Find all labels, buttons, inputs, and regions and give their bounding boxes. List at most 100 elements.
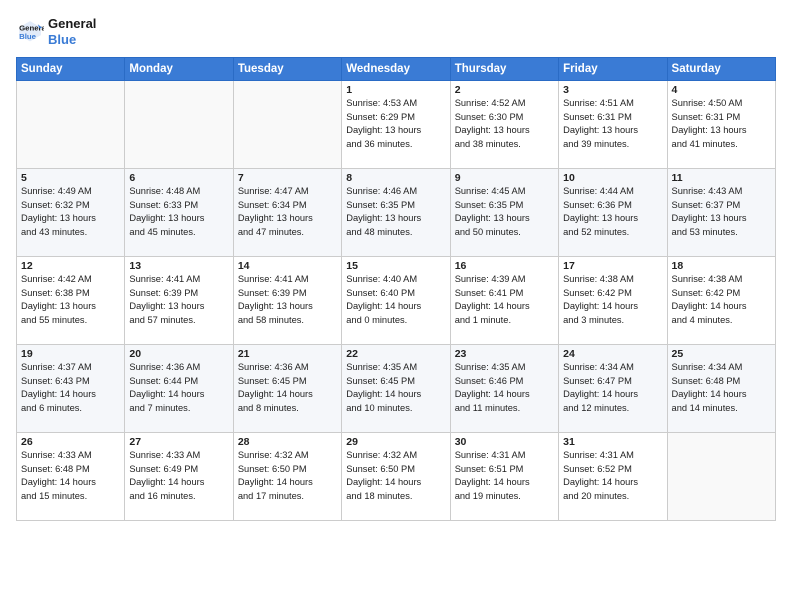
day-number: 13 <box>129 260 228 272</box>
calendar-cell: 8Sunrise: 4:46 AM Sunset: 6:35 PM Daylig… <box>342 169 450 257</box>
day-info: Sunrise: 4:49 AM Sunset: 6:32 PM Dayligh… <box>21 185 120 239</box>
day-info: Sunrise: 4:42 AM Sunset: 6:38 PM Dayligh… <box>21 273 120 327</box>
day-info: Sunrise: 4:35 AM Sunset: 6:45 PM Dayligh… <box>346 361 445 415</box>
day-info: Sunrise: 4:31 AM Sunset: 6:51 PM Dayligh… <box>455 449 554 503</box>
day-info: Sunrise: 4:44 AM Sunset: 6:36 PM Dayligh… <box>563 185 662 239</box>
day-number: 3 <box>563 84 662 96</box>
day-number: 27 <box>129 436 228 448</box>
day-number: 17 <box>563 260 662 272</box>
calendar-cell: 22Sunrise: 4:35 AM Sunset: 6:45 PM Dayli… <box>342 345 450 433</box>
day-info: Sunrise: 4:43 AM Sunset: 6:37 PM Dayligh… <box>672 185 771 239</box>
calendar-cell: 1Sunrise: 4:53 AM Sunset: 6:29 PM Daylig… <box>342 81 450 169</box>
day-number: 2 <box>455 84 554 96</box>
day-info: Sunrise: 4:41 AM Sunset: 6:39 PM Dayligh… <box>238 273 337 327</box>
day-number: 11 <box>672 172 771 184</box>
day-number: 19 <box>21 348 120 360</box>
calendar-cell <box>233 81 341 169</box>
calendar-day-header: Monday <box>125 58 233 81</box>
day-info: Sunrise: 4:52 AM Sunset: 6:30 PM Dayligh… <box>455 97 554 151</box>
calendar-cell: 13Sunrise: 4:41 AM Sunset: 6:39 PM Dayli… <box>125 257 233 345</box>
calendar-day-header: Friday <box>559 58 667 81</box>
day-number: 4 <box>672 84 771 96</box>
day-number: 5 <box>21 172 120 184</box>
day-number: 9 <box>455 172 554 184</box>
calendar-cell: 15Sunrise: 4:40 AM Sunset: 6:40 PM Dayli… <box>342 257 450 345</box>
calendar-cell <box>125 81 233 169</box>
day-info: Sunrise: 4:32 AM Sunset: 6:50 PM Dayligh… <box>346 449 445 503</box>
day-number: 21 <box>238 348 337 360</box>
calendar-header-row: SundayMondayTuesdayWednesdayThursdayFrid… <box>17 58 776 81</box>
calendar-cell <box>17 81 125 169</box>
day-info: Sunrise: 4:40 AM Sunset: 6:40 PM Dayligh… <box>346 273 445 327</box>
calendar-day-header: Sunday <box>17 58 125 81</box>
day-number: 24 <box>563 348 662 360</box>
day-info: Sunrise: 4:33 AM Sunset: 6:49 PM Dayligh… <box>129 449 228 503</box>
day-number: 18 <box>672 260 771 272</box>
day-number: 23 <box>455 348 554 360</box>
calendar-cell: 20Sunrise: 4:36 AM Sunset: 6:44 PM Dayli… <box>125 345 233 433</box>
calendar-cell: 6Sunrise: 4:48 AM Sunset: 6:33 PM Daylig… <box>125 169 233 257</box>
day-info: Sunrise: 4:48 AM Sunset: 6:33 PM Dayligh… <box>129 185 228 239</box>
day-number: 6 <box>129 172 228 184</box>
calendar-cell: 29Sunrise: 4:32 AM Sunset: 6:50 PM Dayli… <box>342 433 450 521</box>
day-info: Sunrise: 4:35 AM Sunset: 6:46 PM Dayligh… <box>455 361 554 415</box>
day-info: Sunrise: 4:45 AM Sunset: 6:35 PM Dayligh… <box>455 185 554 239</box>
day-info: Sunrise: 4:47 AM Sunset: 6:34 PM Dayligh… <box>238 185 337 239</box>
calendar-cell: 25Sunrise: 4:34 AM Sunset: 6:48 PM Dayli… <box>667 345 775 433</box>
day-info: Sunrise: 4:37 AM Sunset: 6:43 PM Dayligh… <box>21 361 120 415</box>
calendar-cell: 18Sunrise: 4:38 AM Sunset: 6:42 PM Dayli… <box>667 257 775 345</box>
calendar-cell: 11Sunrise: 4:43 AM Sunset: 6:37 PM Dayli… <box>667 169 775 257</box>
page: General Blue GeneralBlue SundayMondayTue… <box>0 0 792 612</box>
day-number: 29 <box>346 436 445 448</box>
day-number: 30 <box>455 436 554 448</box>
calendar-cell: 4Sunrise: 4:50 AM Sunset: 6:31 PM Daylig… <box>667 81 775 169</box>
day-info: Sunrise: 4:50 AM Sunset: 6:31 PM Dayligh… <box>672 97 771 151</box>
day-info: Sunrise: 4:39 AM Sunset: 6:41 PM Dayligh… <box>455 273 554 327</box>
day-number: 14 <box>238 260 337 272</box>
logo-icon: General Blue <box>16 18 44 46</box>
calendar-cell: 31Sunrise: 4:31 AM Sunset: 6:52 PM Dayli… <box>559 433 667 521</box>
day-info: Sunrise: 4:34 AM Sunset: 6:48 PM Dayligh… <box>672 361 771 415</box>
calendar-day-header: Tuesday <box>233 58 341 81</box>
day-info: Sunrise: 4:31 AM Sunset: 6:52 PM Dayligh… <box>563 449 662 503</box>
calendar-cell <box>667 433 775 521</box>
day-number: 22 <box>346 348 445 360</box>
calendar-cell: 19Sunrise: 4:37 AM Sunset: 6:43 PM Dayli… <box>17 345 125 433</box>
day-info: Sunrise: 4:46 AM Sunset: 6:35 PM Dayligh… <box>346 185 445 239</box>
calendar-cell: 7Sunrise: 4:47 AM Sunset: 6:34 PM Daylig… <box>233 169 341 257</box>
day-info: Sunrise: 4:34 AM Sunset: 6:47 PM Dayligh… <box>563 361 662 415</box>
calendar-cell: 26Sunrise: 4:33 AM Sunset: 6:48 PM Dayli… <box>17 433 125 521</box>
day-number: 26 <box>21 436 120 448</box>
calendar-week-row: 5Sunrise: 4:49 AM Sunset: 6:32 PM Daylig… <box>17 169 776 257</box>
day-number: 20 <box>129 348 228 360</box>
calendar-cell: 3Sunrise: 4:51 AM Sunset: 6:31 PM Daylig… <box>559 81 667 169</box>
day-info: Sunrise: 4:33 AM Sunset: 6:48 PM Dayligh… <box>21 449 120 503</box>
calendar: SundayMondayTuesdayWednesdayThursdayFrid… <box>16 57 776 521</box>
calendar-cell: 23Sunrise: 4:35 AM Sunset: 6:46 PM Dayli… <box>450 345 558 433</box>
day-number: 15 <box>346 260 445 272</box>
day-number: 16 <box>455 260 554 272</box>
calendar-day-header: Wednesday <box>342 58 450 81</box>
day-number: 8 <box>346 172 445 184</box>
calendar-week-row: 26Sunrise: 4:33 AM Sunset: 6:48 PM Dayli… <box>17 433 776 521</box>
day-info: Sunrise: 4:32 AM Sunset: 6:50 PM Dayligh… <box>238 449 337 503</box>
day-number: 28 <box>238 436 337 448</box>
calendar-week-row: 1Sunrise: 4:53 AM Sunset: 6:29 PM Daylig… <box>17 81 776 169</box>
calendar-cell: 30Sunrise: 4:31 AM Sunset: 6:51 PM Dayli… <box>450 433 558 521</box>
calendar-cell: 27Sunrise: 4:33 AM Sunset: 6:49 PM Dayli… <box>125 433 233 521</box>
calendar-cell: 9Sunrise: 4:45 AM Sunset: 6:35 PM Daylig… <box>450 169 558 257</box>
day-info: Sunrise: 4:38 AM Sunset: 6:42 PM Dayligh… <box>672 273 771 327</box>
calendar-cell: 16Sunrise: 4:39 AM Sunset: 6:41 PM Dayli… <box>450 257 558 345</box>
calendar-cell: 21Sunrise: 4:36 AM Sunset: 6:45 PM Dayli… <box>233 345 341 433</box>
day-number: 1 <box>346 84 445 96</box>
day-number: 31 <box>563 436 662 448</box>
calendar-day-header: Thursday <box>450 58 558 81</box>
calendar-cell: 24Sunrise: 4:34 AM Sunset: 6:47 PM Dayli… <box>559 345 667 433</box>
calendar-day-header: Saturday <box>667 58 775 81</box>
day-number: 25 <box>672 348 771 360</box>
day-info: Sunrise: 4:36 AM Sunset: 6:44 PM Dayligh… <box>129 361 228 415</box>
calendar-cell: 14Sunrise: 4:41 AM Sunset: 6:39 PM Dayli… <box>233 257 341 345</box>
calendar-cell: 10Sunrise: 4:44 AM Sunset: 6:36 PM Dayli… <box>559 169 667 257</box>
calendar-cell: 12Sunrise: 4:42 AM Sunset: 6:38 PM Dayli… <box>17 257 125 345</box>
logo-text: GeneralBlue <box>48 16 96 47</box>
